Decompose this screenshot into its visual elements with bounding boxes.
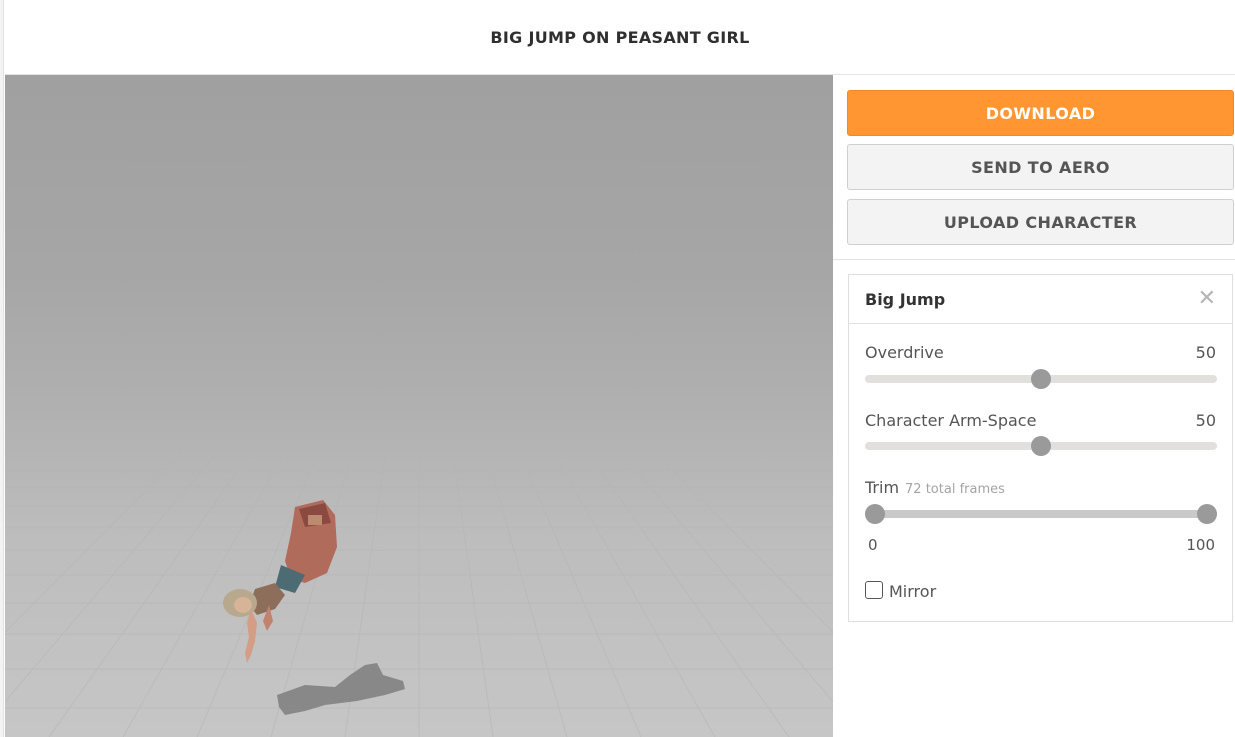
trim-total-frames: 72 total frames <box>905 482 1005 497</box>
trim-max-value: 100 <box>1186 536 1215 554</box>
page-header: BIG JUMP ON PEASANT GIRL <box>5 0 1235 75</box>
animation-settings-panel: Big Jump ✕ Overdrive 50 Character Arm-Sp… <box>848 274 1233 622</box>
download-button[interactable]: DOWNLOAD <box>847 90 1234 136</box>
panel-title: Big Jump <box>865 289 946 309</box>
trim-min-value: 0 <box>868 536 878 554</box>
mirror-label: Mirror <box>889 582 937 601</box>
arm-space-label: Character Arm-Space <box>865 411 1037 430</box>
scene-render <box>5 454 833 737</box>
sidebar: DOWNLOAD SEND TO AERO UPLOAD CHARACTER B… <box>833 75 1235 737</box>
mirror-checkbox[interactable] <box>865 580 883 599</box>
arm-space-value: 50 <box>1195 411 1216 430</box>
overdrive-label: Overdrive <box>865 343 944 362</box>
trim-range-slider[interactable] <box>865 504 1217 524</box>
character-shadow <box>277 663 405 715</box>
overdrive-value: 50 <box>1195 343 1216 362</box>
trim-label: Trim <box>865 478 900 497</box>
left-edge <box>0 0 4 737</box>
trim-end-handle[interactable] <box>1197 504 1217 524</box>
close-icon[interactable]: ✕ <box>1198 288 1216 310</box>
trim-start-handle[interactable] <box>865 504 885 524</box>
overdrive-slider[interactable] <box>865 369 1217 389</box>
send-to-aero-button[interactable]: SEND TO AERO <box>847 144 1234 190</box>
mirror-option[interactable]: Mirror <box>865 578 936 601</box>
panel-header: Big Jump ✕ <box>849 275 1232 324</box>
page-title: BIG JUMP ON PEASANT GIRL <box>490 27 750 47</box>
arm-space-slider[interactable] <box>865 436 1217 456</box>
floor-grid <box>5 454 833 737</box>
character-figure <box>223 500 337 663</box>
upload-character-button[interactable]: UPLOAD CHARACTER <box>847 199 1234 245</box>
arm-space-slider-thumb[interactable] <box>1031 436 1051 456</box>
3d-viewport[interactable] <box>5 75 833 737</box>
trim-label-row: Trim 72 total frames <box>865 478 1005 497</box>
divider <box>833 259 1235 260</box>
overdrive-slider-thumb[interactable] <box>1031 369 1051 389</box>
